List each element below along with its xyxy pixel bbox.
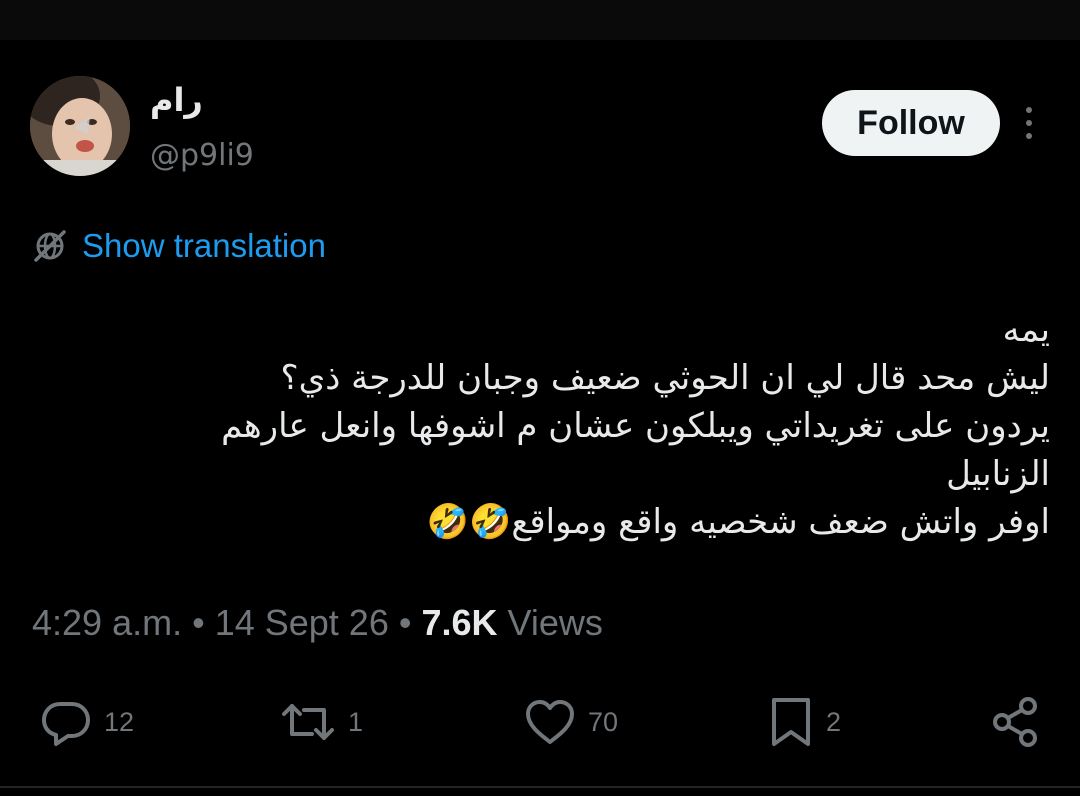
bookmark-count: 2 [826,706,842,737]
tweet-time[interactable]: 4:29 a.m. [32,602,182,644]
repost-count: 1 [348,706,364,737]
bookmark-icon [772,698,810,746]
tweet-line: يردون على تغريداتي ويبلكون عشان م اشوفها… [221,406,1050,446]
separator-dot: • [398,602,412,643]
views-count[interactable]: 7.6K [421,602,497,644]
action-bar: 12 1 70 2 [0,690,1080,754]
tweet-line: الزنابيل [946,454,1050,494]
top-strip [0,0,1080,40]
repost-button[interactable]: 1 [278,690,363,754]
like-button[interactable]: 70 [522,690,618,754]
show-translation-label: Show translation [82,227,326,264]
repost-icon [282,704,334,740]
reply-count: 12 [104,706,135,737]
user-handle[interactable]: @p9li9 [150,136,254,176]
globe-slash-icon [34,230,66,262]
avatar[interactable] [30,76,130,176]
reply-icon [42,702,90,746]
more-dot [1026,120,1032,126]
tweet-line: يمه [1002,310,1050,350]
divider [0,786,1080,788]
show-translation-link[interactable]: Show translation [32,224,326,268]
tweet-date[interactable]: 14 Sept 26 [215,602,389,644]
like-count: 70 [588,706,619,737]
views-label[interactable]: Views [508,602,603,644]
heart-icon [526,700,574,744]
more-vertical-icon[interactable] [1014,100,1044,146]
reply-button[interactable]: 12 [38,690,134,754]
more-dot [1026,107,1032,113]
display-name[interactable]: رام [150,80,203,120]
tweet-text: يمه ليش محد قال لي ان الحوثي ضعيف وجبان … [120,306,1050,546]
follow-button[interactable]: Follow [822,90,1000,156]
tweet-line: ليش محد قال لي ان الحوثي ضعيف وجبان للدر… [280,358,1050,398]
separator-dot: • [192,602,205,643]
tweet-metadata: 4:29 a.m. • 14 Sept 26 • 7.6K Views [32,598,603,648]
share-button[interactable] [988,690,1044,754]
more-dot [1026,133,1032,139]
share-icon [993,697,1037,747]
tweet-line: اوفر واتش ضعف شخصيه واقع ومواقع🤣🤣 [426,502,1050,542]
bookmark-button[interactable]: 2 [766,690,841,754]
